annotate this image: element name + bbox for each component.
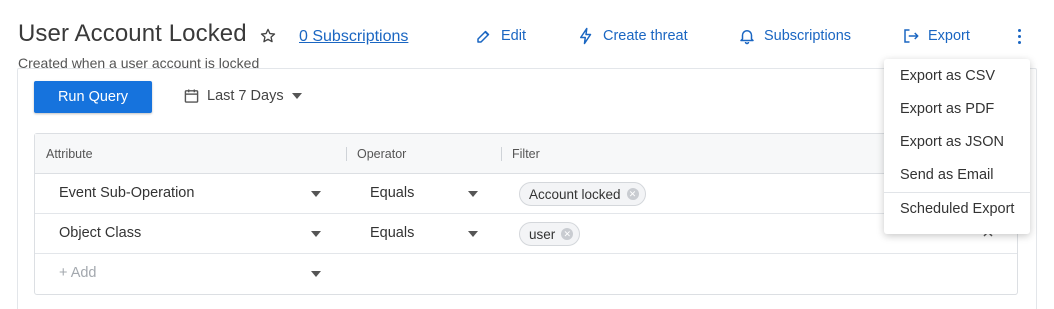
table-row-add: + Add: [35, 254, 1017, 294]
operator-select[interactable]: Equals: [370, 225, 414, 241]
filter-chip: user ✕: [519, 222, 581, 246]
chevron-down-icon[interactable]: [468, 191, 478, 197]
export-menu: Export as CSV Export as PDF Export as JS…: [884, 59, 1030, 234]
attribute-select[interactable]: Event Sub-Operation: [59, 185, 194, 201]
column-divider: [501, 147, 502, 161]
calendar-icon: [184, 89, 199, 103]
menu-item-export-csv[interactable]: Export as CSV: [884, 60, 1030, 93]
export-button[interactable]: Export: [902, 26, 970, 46]
lightning-icon: [580, 27, 592, 45]
date-range-label: Last 7 Days: [207, 88, 284, 104]
menu-item-send-email[interactable]: Send as Email: [884, 159, 1030, 192]
page-title: User Account Locked: [18, 20, 247, 47]
column-divider: [346, 147, 347, 161]
more-options-icon[interactable]: [1010, 26, 1028, 46]
filter-chip-label: Account locked: [529, 186, 621, 202]
table-row: Object Class Equals user ✕: [35, 214, 1017, 254]
chevron-down-icon[interactable]: [311, 191, 321, 197]
star-icon[interactable]: [259, 27, 277, 45]
column-header-attribute: Attribute: [46, 147, 93, 161]
column-header-filter: Filter: [512, 147, 540, 161]
run-query-button[interactable]: Run Query: [34, 81, 152, 113]
date-range-dropdown[interactable]: Last 7 Days: [184, 88, 302, 104]
remove-chip-icon[interactable]: ✕: [561, 228, 574, 240]
chevron-down-icon: [291, 93, 302, 99]
filter-chip-label: user: [529, 226, 556, 242]
subscriptions-count-link[interactable]: 0 Subscriptions: [299, 28, 408, 46]
create-threat-button[interactable]: Create threat: [577, 26, 688, 46]
menu-item-scheduled-export[interactable]: Scheduled Export: [884, 193, 1030, 226]
chevron-down-icon[interactable]: [311, 231, 321, 237]
edit-label: Edit: [501, 28, 526, 44]
table-header: Attribute Operator Filter: [35, 134, 1017, 174]
subscriptions-button[interactable]: Subscriptions: [738, 26, 851, 46]
bell-icon: [740, 30, 754, 45]
edit-icon: [477, 30, 490, 43]
export-icon: [904, 29, 919, 43]
chevron-down-icon[interactable]: [311, 271, 321, 277]
menu-item-export-pdf[interactable]: Export as PDF: [884, 93, 1030, 126]
filter-chip: Account locked ✕: [519, 182, 646, 206]
remove-chip-icon[interactable]: ✕: [626, 188, 639, 200]
column-header-operator: Operator: [357, 147, 407, 161]
menu-item-export-json[interactable]: Export as JSON: [884, 126, 1030, 159]
table-row: Event Sub-Operation Equals Account locke…: [35, 174, 1017, 214]
edit-button[interactable]: Edit: [475, 26, 526, 46]
filter-table: Attribute Operator Filter Event Sub-Oper…: [34, 133, 1018, 295]
operator-select[interactable]: Equals: [370, 185, 414, 201]
export-label: Export: [928, 28, 970, 44]
chevron-down-icon[interactable]: [468, 231, 478, 237]
create-threat-label: Create threat: [603, 28, 688, 44]
add-attribute-select[interactable]: + Add: [59, 265, 97, 281]
subscriptions-label: Subscriptions: [764, 28, 852, 44]
attribute-select[interactable]: Object Class: [59, 225, 141, 241]
